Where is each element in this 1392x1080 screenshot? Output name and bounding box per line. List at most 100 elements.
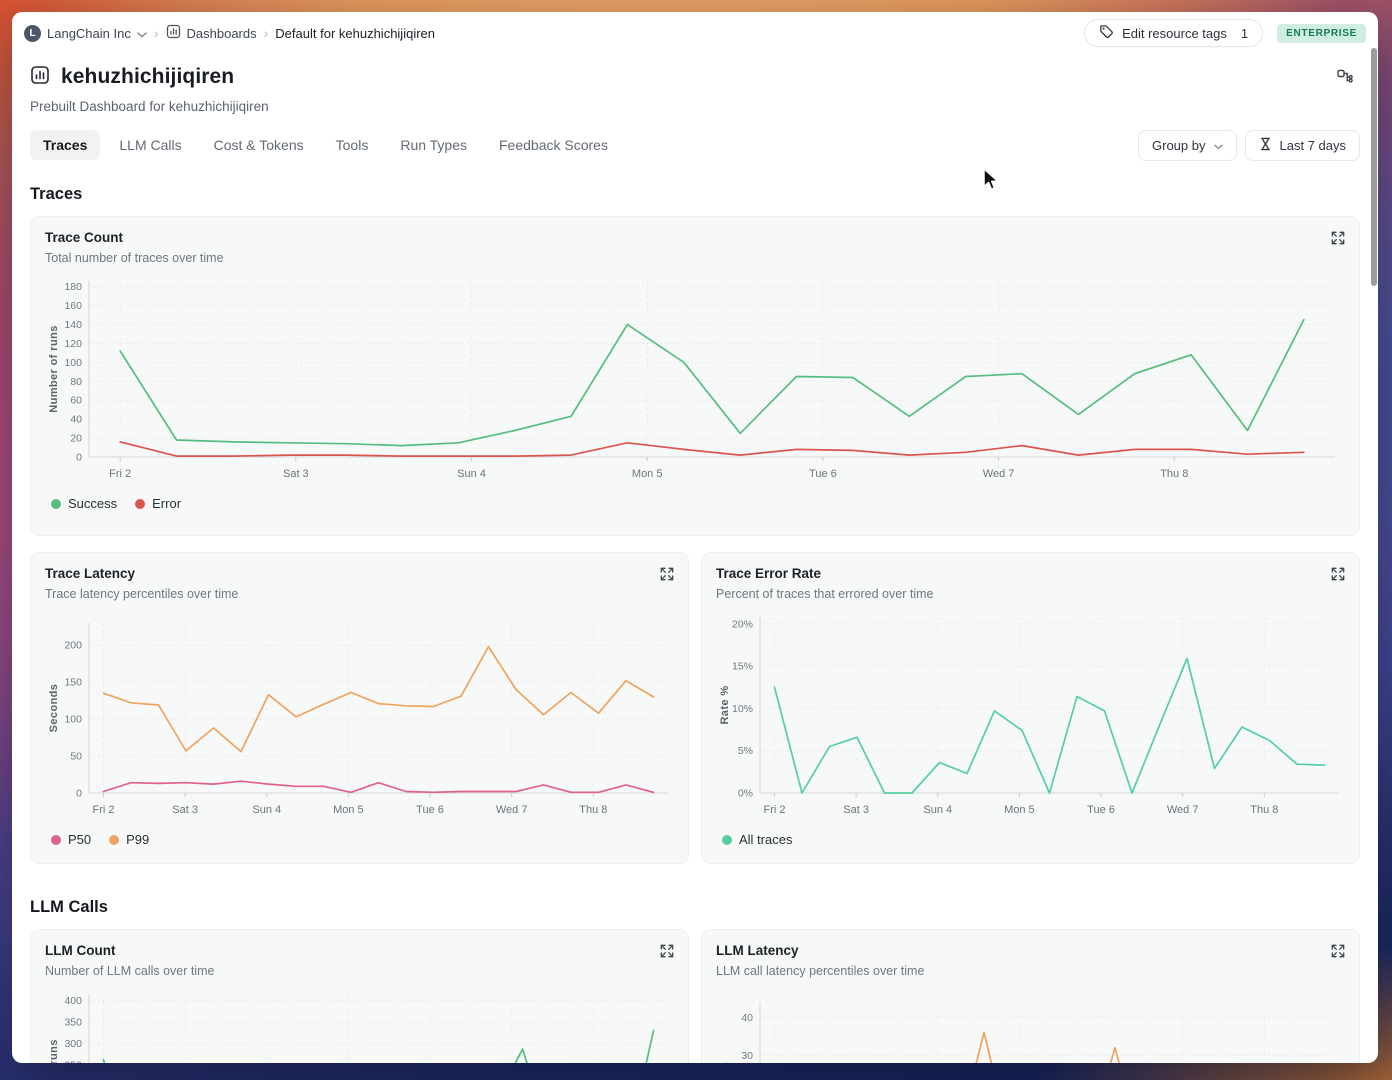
x-tick-label: Mon 5 (333, 804, 364, 816)
expand-icon[interactable] (658, 565, 676, 588)
expand-icon[interactable] (1329, 942, 1347, 965)
x-tick-label: Mon 5 (1004, 804, 1035, 816)
legend-dot-all-traces (722, 834, 732, 845)
y-tick-label: 160 (64, 300, 82, 312)
hourglass-icon (1259, 137, 1272, 154)
y-tick-label: 60 (70, 395, 82, 407)
tab-cost-tokens[interactable]: Cost & Tokens (201, 130, 317, 160)
x-tick-label: Mon 5 (632, 468, 663, 480)
tab-bar: Traces LLM Calls Cost & Tokens Tools Run Typ… (30, 130, 621, 160)
x-tick-label: Wed 7 (983, 468, 1015, 480)
chart-card-trace-count: Trace Count Total number of traces over t… (30, 216, 1360, 536)
y-tick-label: 15% (732, 661, 753, 673)
chart-plot-area: 0 20 40 60 80 100 120 140 160 180 Fri 2 Sat 3 Sun 4 M… (45, 275, 1345, 494)
legend-item-p50[interactable]: P50 (51, 832, 91, 847)
x-tick-label: Sun 4 (252, 804, 281, 816)
tab-feedback-scores[interactable]: Feedback Scores (486, 130, 621, 160)
y-tick-label: 350 (64, 1016, 82, 1028)
x-tick-label: Thu 8 (579, 804, 607, 816)
tab-run-types[interactable]: Run Types (387, 130, 480, 160)
legend-dot-p99 (109, 834, 120, 845)
x-tick-label: Fri 2 (109, 468, 131, 480)
y-tick-label: 40 (741, 1012, 753, 1024)
group-by-button[interactable]: Group by (1138, 130, 1237, 161)
tab-tools[interactable]: Tools (323, 130, 382, 160)
chart-title: Trace Count (45, 230, 124, 245)
breadcrumb-dashboards-label: Dashboards (186, 25, 257, 41)
y-tick-label: 20% (732, 618, 753, 630)
y-tick-label: 30 (741, 1050, 753, 1062)
breadcrumb-separator: › (153, 25, 159, 41)
tag-icon (1099, 24, 1114, 42)
app-window: L LangChain Inc › Dashboards › Default f… (12, 12, 1378, 1063)
x-tick-label: Thu 8 (1160, 468, 1188, 480)
y-axis-label: Number of runs (48, 1039, 60, 1063)
legend-item-error[interactable]: Error (135, 496, 181, 511)
legend-dot-p50 (51, 834, 61, 845)
x-tick-label: Sat 3 (172, 804, 198, 816)
page-subtitle: Prebuilt Dashboard for kehuzhichijiqiren (30, 99, 269, 114)
section-heading-traces: Traces (30, 185, 83, 203)
expand-icon[interactable] (1329, 565, 1347, 588)
legend-item-p99[interactable]: P99 (109, 832, 149, 847)
series-line-p99 (102, 645, 655, 753)
y-tick-label: 250 (64, 1059, 82, 1063)
row-llm-charts: LLM CountNumber of LLM calls over time05… (30, 929, 1360, 1063)
time-range-button[interactable]: Last 7 days (1244, 130, 1360, 161)
chart-subtitle: Number of LLM calls over time (45, 964, 215, 978)
legend-dot-error (135, 498, 146, 509)
tab-llm-calls[interactable]: LLM Calls (106, 130, 194, 160)
legend-label: All traces (739, 832, 793, 847)
y-tick-label: 50 (70, 751, 82, 763)
chart-plot-area: 0% 5% 10% 15% 20% Fri 2 Sat 3 Sun 4 Mon 5 Tue 6 We… (716, 611, 1345, 830)
org-switcher[interactable]: L LangChain Inc (24, 24, 147, 42)
time-range-label: Last 7 days (1279, 138, 1347, 153)
series-line-error (119, 441, 1305, 457)
breadcrumb: L LangChain Inc › Dashboards › Default f… (24, 24, 435, 42)
legend-dot-success (51, 498, 61, 509)
expand-icon[interactable] (658, 942, 676, 965)
chart-subtitle: Trace latency percentiles over time (45, 587, 239, 601)
chart-title: Trace Error Rate (716, 566, 822, 581)
y-tick-label: 0% (738, 788, 753, 800)
group-by-label: Group by (1152, 138, 1206, 153)
edit-resource-tags-label: Edit resource tags (1122, 25, 1227, 41)
y-tick-label: 120 (64, 338, 82, 350)
breadcrumb-dashboards[interactable]: Dashboards (166, 24, 257, 42)
legend-item-all-traces[interactable]: All traces (722, 832, 792, 847)
chart-title: LLM Count (45, 943, 116, 958)
y-tick-label: 0 (76, 452, 82, 464)
expand-icon[interactable] (1329, 229, 1347, 252)
y-tick-label: 400 (64, 995, 82, 1007)
y-tick-label: 100 (64, 714, 82, 726)
x-tick-label: Fri 2 (92, 804, 114, 816)
resource-tags-count: 1 (1240, 25, 1249, 41)
breadcrumb-current-page[interactable]: Default for kehuzhichijiqiren (275, 26, 435, 41)
chart-card-trace-error-rate: Trace Error Rate Percent of traces that e… (701, 552, 1360, 864)
x-tick-label: Sat 3 (843, 804, 869, 816)
scrollbar-thumb[interactable] (1371, 48, 1377, 286)
topbar-right: Edit resource tags 1 ENTERPRISE (1084, 19, 1366, 47)
row-trace-latency-error: Trace Latency Trace latency percentiles o… (30, 552, 1360, 864)
chart-title: LLM Latency (716, 943, 799, 958)
page-title: kehuzhichijiqiren (61, 65, 235, 88)
legend-label: P50 (68, 832, 92, 847)
series-line-success (119, 318, 1305, 447)
chevron-down-icon (1213, 138, 1223, 153)
legend-item-success[interactable]: Success (51, 496, 117, 511)
tab-traces[interactable]: Traces (30, 130, 101, 160)
resource-tree-button[interactable] (1330, 62, 1360, 92)
chart-card-llm-latency: LLM Latency LLM call latency percentiles … (701, 929, 1360, 1063)
edit-resource-tags-button[interactable]: Edit resource tags 1 (1084, 19, 1264, 47)
legend-label: Error (152, 496, 182, 511)
chart-subtitle: Percent of traces that errored over time (716, 587, 934, 601)
x-tick-label: Tue 6 (416, 804, 444, 816)
y-tick-label: 150 (64, 677, 82, 689)
y-tick-label: 200 (64, 640, 82, 652)
chart-controls: Group by Last 7 days (1138, 130, 1360, 161)
x-tick-label: Sun 4 (923, 804, 952, 816)
y-tick-label: 180 (64, 281, 82, 293)
y-axis-label: Rate % (719, 685, 731, 724)
y-tick-label: 300 (64, 1038, 82, 1050)
tabs-row: Traces LLM Calls Cost & Tokens Tools Run Typ… (12, 114, 1378, 161)
